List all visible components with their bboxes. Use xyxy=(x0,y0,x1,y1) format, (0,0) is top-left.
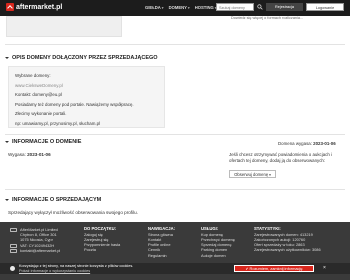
search-icon[interactable] xyxy=(257,4,263,10)
footer-column-services: USŁUGI: Kup domenę Przechwyć domenę Sprz… xyxy=(201,226,235,258)
description-line: Wybrane domeny: xyxy=(15,73,51,78)
chevron-down-icon xyxy=(5,199,9,201)
stat-line: Zarejestrowanych użytkowników: 3086 xyxy=(254,247,321,253)
footer-address: AfterMarket.pl Limited Chytron 8, Office… xyxy=(20,227,60,253)
footer-column-title: DO POCZĄTKU: xyxy=(84,226,117,231)
cookie-message: Korzystając z tej strony, na naszej stro… xyxy=(19,264,133,272)
footer-link[interactable]: Poczta xyxy=(84,247,120,252)
site-logo[interactable]: aftermarket.pl xyxy=(6,3,62,11)
divider xyxy=(5,189,345,190)
divider xyxy=(5,44,345,45)
section-title: OPIS DOMENY DOŁĄCZONY PRZEZ SPRZEDAJĄCEG… xyxy=(12,55,158,61)
chevron-down-icon xyxy=(5,57,9,59)
section-title: INFORMACJE O DOMENIE xyxy=(12,139,82,145)
cookie-consent-bar: Korzystając z tej strony, na naszej stro… xyxy=(0,263,350,274)
chevron-down-icon xyxy=(5,141,9,143)
building-icon xyxy=(10,228,17,232)
description-line: Kontakt: domeny@eu.pl xyxy=(15,92,62,98)
cookie-info-link[interactable]: Pokaż informacje o wykorzystaniu cookies xyxy=(19,269,90,273)
register-button[interactable]: Rejestracja xyxy=(266,3,303,11)
top-navigation-bar: aftermarket.pl GIEŁDA DOMENY HOSTING POM… xyxy=(0,0,350,16)
domain-expiry: Wygasa: 2023-01-06 xyxy=(8,152,51,157)
footer-column-title: USŁUGI: xyxy=(201,226,219,231)
section-heading-seller-info[interactable]: INFORMACJE O SPRZEDAJĄCYM xyxy=(5,197,101,203)
logo-text: aftermarket.pl xyxy=(16,3,63,11)
footer-column-title: NAWIGACJA: xyxy=(148,226,175,231)
description-link[interactable]: www.CieksweDomeny.pl xyxy=(15,81,158,91)
payment-info-note[interactable]: Dowiedz się więcej o formach rozliczania… xyxy=(231,16,303,20)
close-icon[interactable]: × xyxy=(320,265,329,272)
logo-icon xyxy=(6,3,14,11)
cookie-icon xyxy=(10,266,15,271)
footer-column-navigation: NAWIGACJA: Strona główna Kontakt Profile… xyxy=(148,226,175,258)
section-heading-linked-domains[interactable]: OPIS DOMENY DOŁĄCZONY PRZEZ SPRZEDAJĄCEG… xyxy=(5,55,158,61)
watch-description: Jeśli chcesz otrzymywać powiadomienia o … xyxy=(229,152,332,163)
description-line: Złecimy wykonanie portali. xyxy=(15,111,67,117)
domain-image-placeholder xyxy=(6,16,122,37)
footer-column-start: DO POCZĄTKU: Zaloguj się Zarejestruj się… xyxy=(84,226,120,253)
address-line[interactable]: kontakt@aftermarket.pl xyxy=(20,248,60,253)
description-line: Posiadamy też domeny pod portale. Nawiąż… xyxy=(15,101,134,107)
domain-search-input[interactable]: Szukaj domeny xyxy=(216,3,254,11)
nav-item-domeny[interactable]: DOMENY xyxy=(169,5,190,10)
footer-column-title: STATYSTYKI: xyxy=(254,226,281,231)
nav-item-gielda[interactable]: GIEŁDA xyxy=(145,5,164,10)
footer-column-stats: STATYSTYKI: Zarejestrowanych domen: 4132… xyxy=(254,226,321,253)
seller-info-text: Sprzedający wyłączył możliwość obserwowa… xyxy=(8,210,138,215)
watch-domain-button[interactable]: Obserwuj domenę xyxy=(229,170,276,178)
expiry-value: 2023-01-06 xyxy=(313,141,336,146)
login-button[interactable]: Logowanie xyxy=(306,3,344,11)
envelope-icon xyxy=(10,249,17,253)
nav-item-hosting[interactable]: HOSTING xyxy=(195,5,217,10)
domain-expiry-summary: Domena wygasa: 2023-01-06 xyxy=(278,141,336,146)
description-line: np: umawiamy.pl, przynosimy.pl, słucham.… xyxy=(15,120,100,126)
expiry-label: Wygasa: xyxy=(8,152,26,157)
footer-link[interactable]: Aukcje domen xyxy=(201,253,235,258)
tax-id-icon xyxy=(10,244,17,248)
expiry-value: 2023-01-06 xyxy=(27,152,51,157)
footer-link[interactable]: Regulamin xyxy=(148,253,175,258)
seller-description-panel: Wybrane domeny: www.CieksweDomeny.pl Kon… xyxy=(8,66,165,128)
section-title: INFORMACJE O SPRZEDAJĄCYM xyxy=(12,197,102,203)
section-heading-domain-info[interactable]: INFORMACJE O DOMENIE xyxy=(5,139,81,145)
expiry-label: Domena wygasa: xyxy=(278,141,312,146)
accept-cookies-button[interactable]: Rozumiem, zamknij informację xyxy=(234,265,314,272)
divider xyxy=(5,134,345,135)
